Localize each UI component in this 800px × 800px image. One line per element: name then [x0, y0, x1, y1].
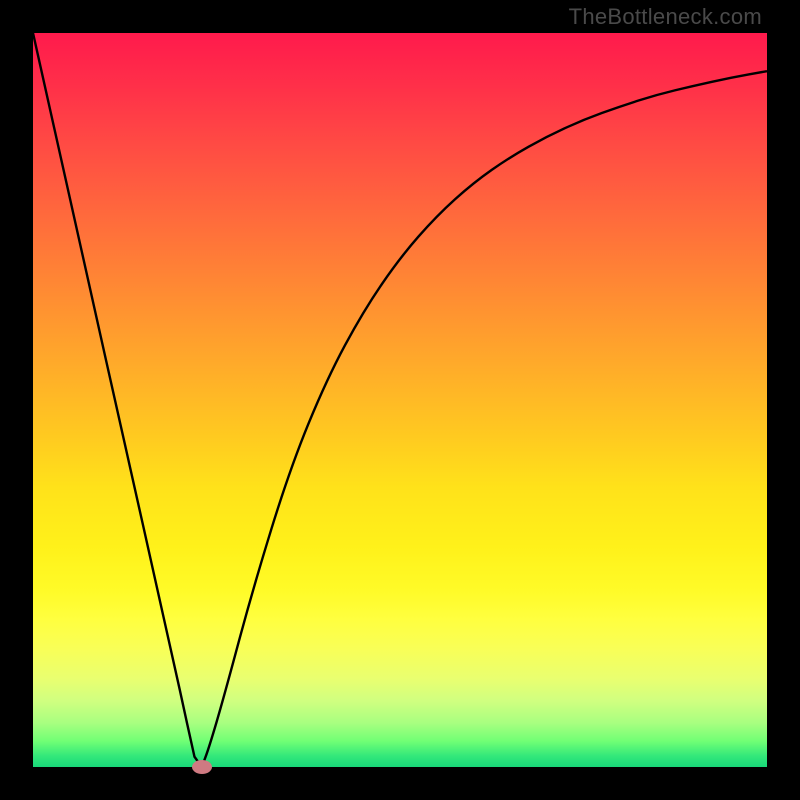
optimal-marker: [192, 760, 212, 774]
bottleneck-curve: [33, 33, 767, 767]
watermark-text: TheBottleneck.com: [569, 4, 762, 30]
plot-area: [33, 33, 767, 767]
chart-frame: TheBottleneck.com: [0, 0, 800, 800]
curve-path: [33, 33, 767, 767]
